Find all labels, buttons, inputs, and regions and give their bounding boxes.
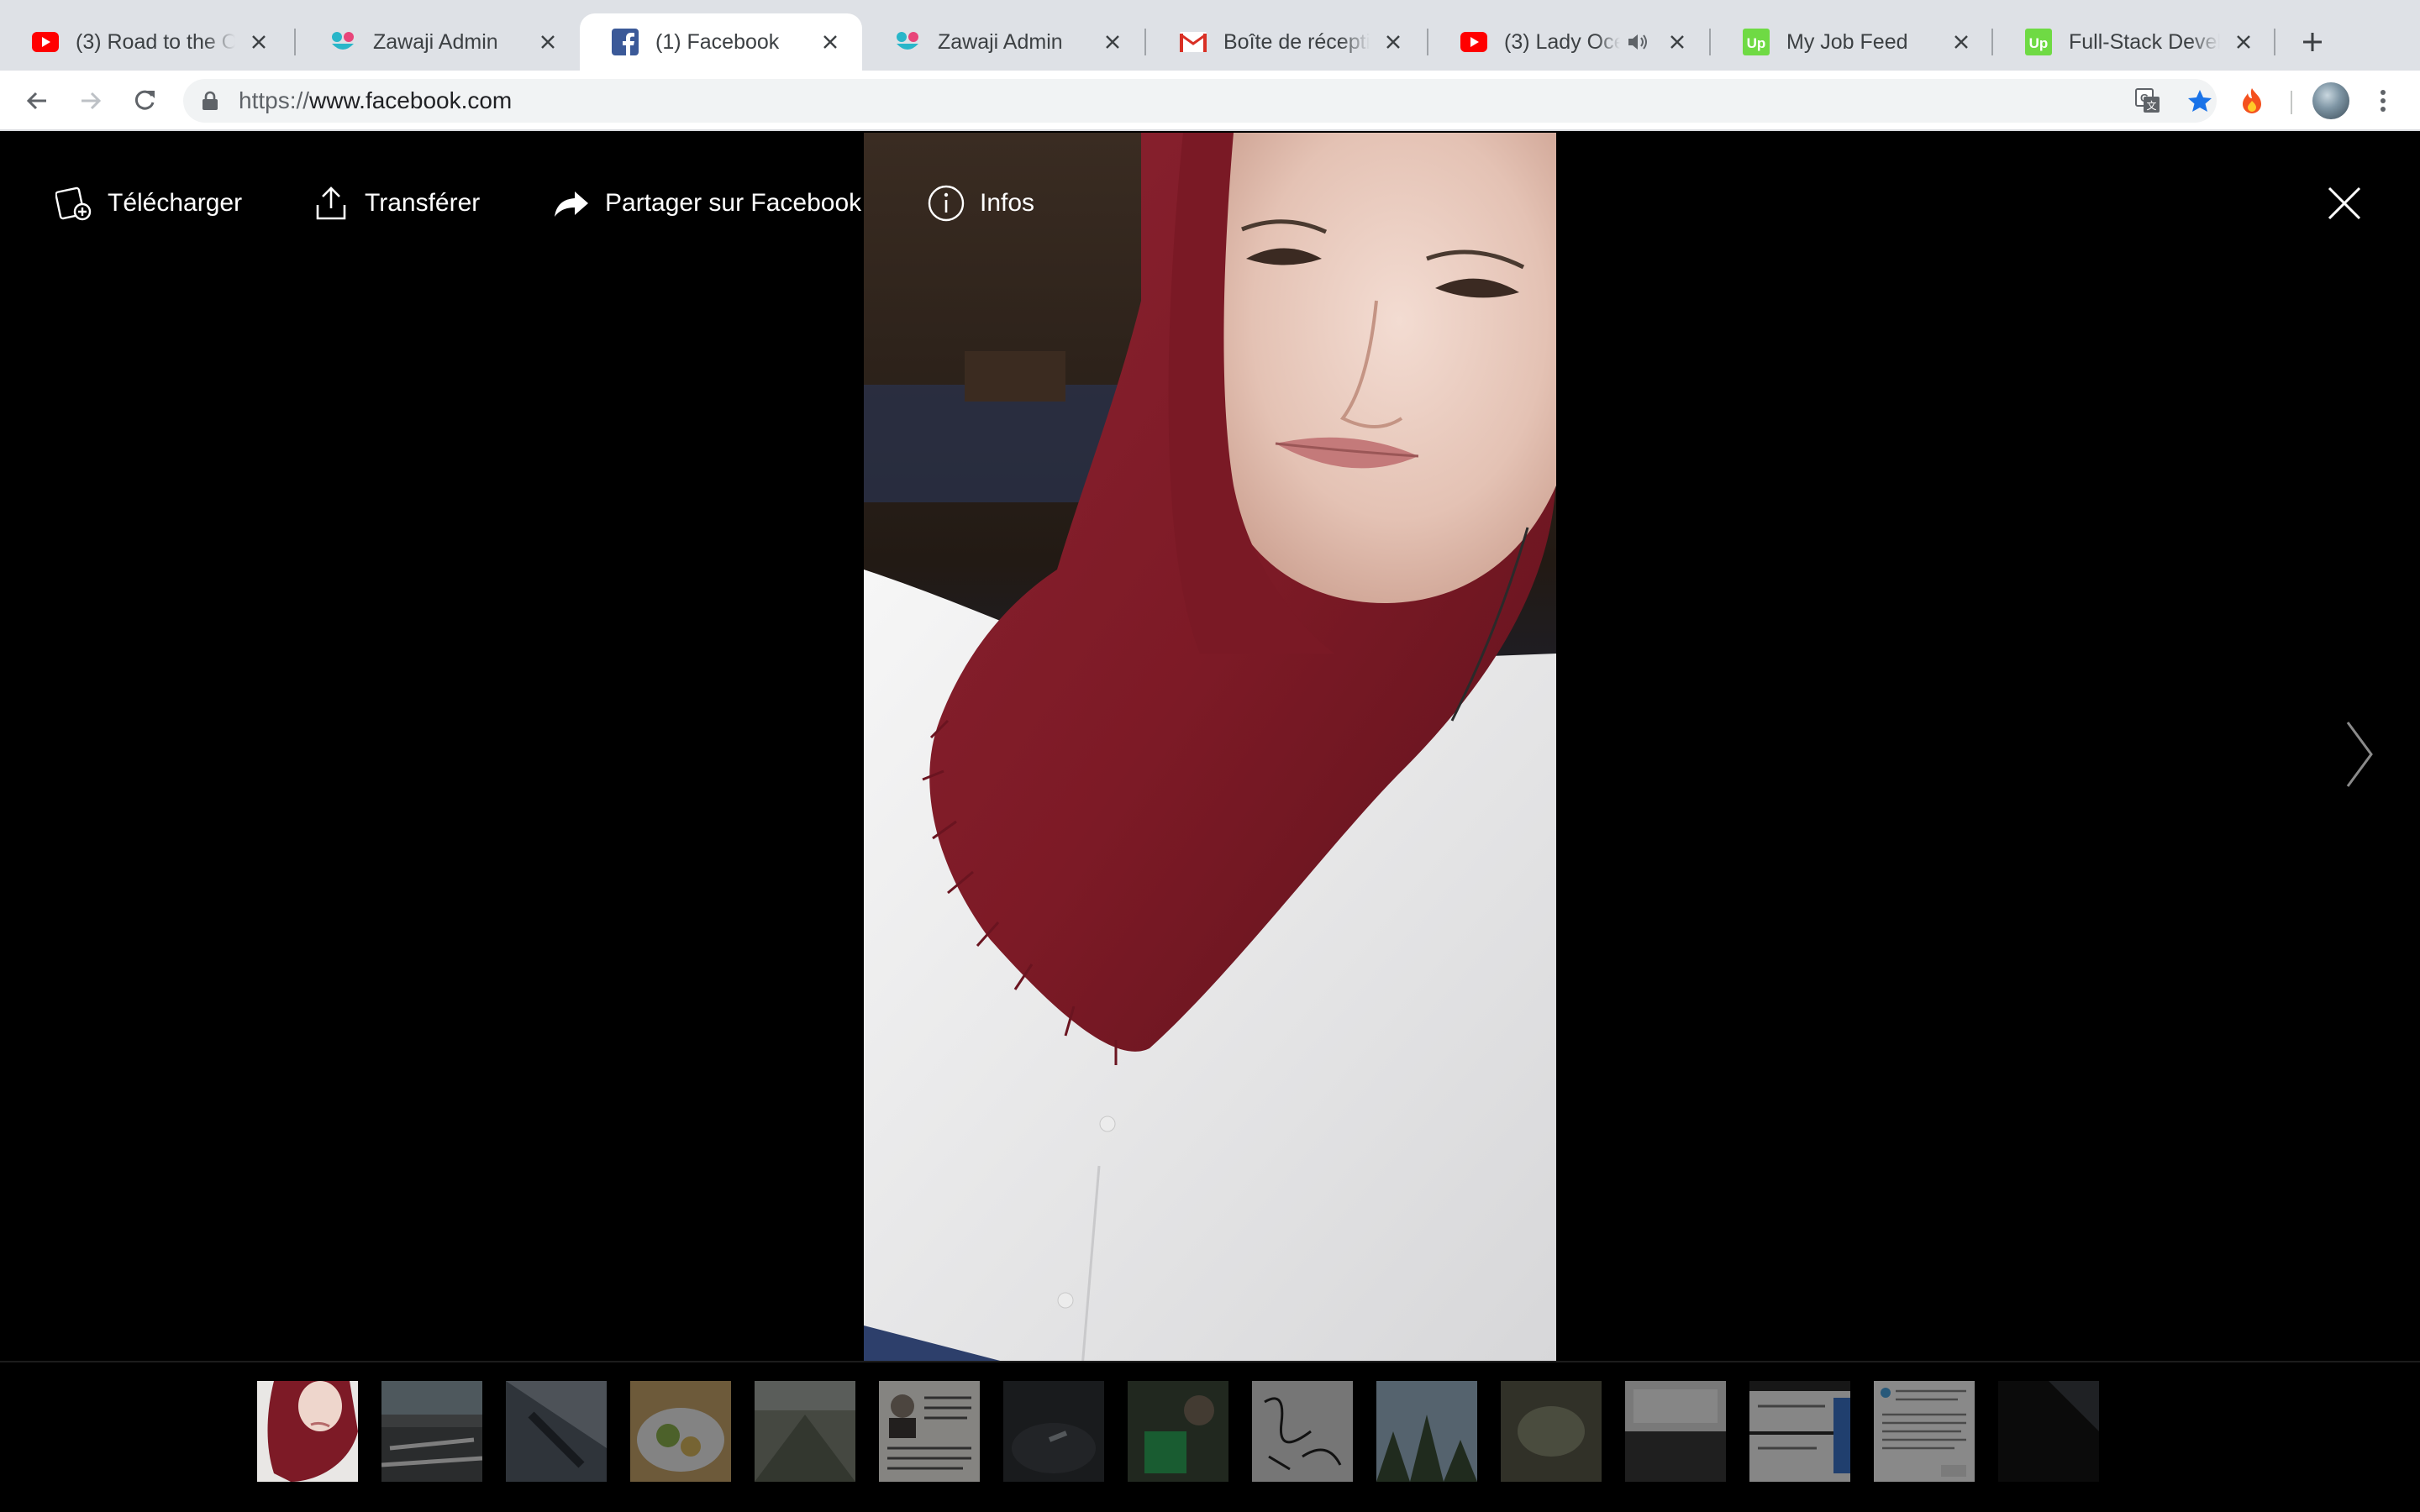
tab-title: Full-Stack Develop (2069, 29, 2220, 54)
tab-title: Zawaji Admin (373, 29, 498, 54)
new-tab-button[interactable] (2292, 22, 2333, 62)
forward-button[interactable] (71, 81, 111, 121)
tab-upwork-job-feed[interactable]: Up My Job Feed (1711, 13, 1993, 71)
translate-icon[interactable]: G文 (2129, 82, 2166, 119)
back-button[interactable] (17, 81, 57, 121)
thumbnail-strip (257, 1381, 2099, 1483)
thumbnail-7[interactable] (1003, 1381, 1104, 1482)
browser-toolbar: https://www.facebook.com G文 (0, 71, 2420, 131)
zawaji-icon (329, 29, 356, 55)
next-photo-button[interactable] (2341, 712, 2378, 796)
svg-text:Up: Up (1747, 35, 1766, 51)
close-tab-icon[interactable] (1099, 29, 1126, 55)
tab-title: (1) Facebook (655, 29, 780, 54)
tab-strip: (3) Road to the O Zawaji Admin (1) Faceb… (0, 0, 2420, 71)
share-facebook-button[interactable]: Partager sur Facebook (551, 181, 861, 225)
tab-title: Boîte de réception (1223, 29, 1370, 54)
viewer-toolbar: Télécharger Transférer Partager sur Face… (0, 133, 2420, 276)
tab-facebook[interactable]: (1) Facebook (580, 13, 862, 71)
close-tab-icon[interactable] (2230, 29, 2257, 55)
close-tab-icon[interactable] (534, 29, 561, 55)
tab-zawaji-admin-2[interactable]: Zawaji Admin (862, 13, 1144, 71)
thumbnail-11[interactable] (1501, 1381, 1602, 1482)
url-text: https://www.facebook.com (239, 79, 512, 123)
zawaji-icon (894, 29, 921, 55)
gmail-icon (1180, 29, 1207, 55)
close-tab-icon[interactable] (1380, 29, 1407, 55)
chevron-right-icon (2346, 722, 2373, 787)
info-button[interactable]: Infos (926, 181, 1034, 225)
forward-arrow-icon (82, 92, 102, 110)
close-icon (2328, 186, 2361, 220)
url-host: www.facebook.com (309, 87, 513, 113)
tab-title: (3) Road to the O (76, 29, 235, 54)
thumbnail-6[interactable] (879, 1381, 980, 1482)
thumbnail-1[interactable] (257, 1381, 358, 1482)
facebook-icon (612, 29, 639, 55)
svg-text:Up: Up (2029, 35, 2049, 51)
tab-youtube-lady-ocean[interactable]: (3) Lady Ocea (1428, 13, 1709, 71)
tab-gmail-inbox[interactable]: Boîte de réception (1148, 13, 1425, 71)
photo-portrait-image (864, 133, 1556, 1362)
tab-title: My Job Feed (1786, 29, 1908, 54)
reload-button[interactable] (124, 81, 165, 121)
upwork-icon: Up (1743, 29, 1770, 55)
filmstrip-divider (0, 1361, 2420, 1362)
lock-icon (202, 91, 218, 115)
tab-separator (1144, 29, 1146, 55)
info-icon (926, 183, 966, 223)
reload-icon (134, 90, 155, 110)
url-scheme: https:// (239, 87, 310, 113)
audio-playing-icon[interactable] (1627, 33, 1649, 51)
transfer-button[interactable]: Transférer (311, 181, 480, 225)
close-tab-icon[interactable] (1948, 29, 1975, 55)
share-facebook-label: Partager sur Facebook (605, 189, 862, 217)
download-button[interactable]: Télécharger (54, 181, 242, 225)
info-label: Infos (980, 189, 1035, 217)
tab-youtube-road[interactable]: (3) Road to the O (0, 13, 291, 71)
thumbnail-2[interactable] (381, 1381, 482, 1482)
toolbar-divider (2291, 91, 2292, 114)
thumbnail-5[interactable] (755, 1381, 855, 1482)
profile-avatar[interactable] (2312, 82, 2349, 119)
download-label: Télécharger (108, 189, 243, 217)
close-tab-icon[interactable] (245, 29, 272, 55)
thumbnail-3[interactable] (506, 1381, 607, 1482)
tab-separator (294, 29, 296, 55)
transfer-label: Transférer (365, 189, 481, 217)
tab-title: (3) Lady Ocea (1504, 29, 1620, 54)
bookmark-star-icon[interactable] (2181, 82, 2218, 119)
close-tab-icon[interactable] (817, 29, 844, 55)
fire-extension-icon (2243, 88, 2261, 113)
thumbnail-14[interactable] (1874, 1381, 1975, 1482)
tab-separator (2274, 29, 2275, 55)
thumbnail-9[interactable] (1252, 1381, 1353, 1482)
thumbnail-13[interactable] (1749, 1381, 1850, 1482)
address-bar[interactable]: https://www.facebook.com G文 (183, 79, 2217, 123)
youtube-icon (32, 29, 59, 55)
thumbnail-8[interactable] (1128, 1381, 1228, 1482)
extension-button[interactable] (2232, 81, 2272, 121)
main-photo (864, 133, 1556, 1362)
kebab-menu-icon (2381, 90, 2386, 112)
share-arrow-icon (551, 183, 592, 223)
close-viewer-button[interactable] (2321, 180, 2368, 227)
thumbnail-10[interactable] (1376, 1381, 1477, 1482)
upload-icon (311, 183, 351, 223)
tab-upwork-fullstack[interactable]: Up Full-Stack Develop (1993, 13, 2275, 71)
tab-zawaji-admin[interactable]: Zawaji Admin (297, 13, 580, 71)
browser-menu-button[interactable] (2363, 81, 2403, 121)
photo-viewer: Télécharger Transférer Partager sur Face… (0, 133, 2420, 1512)
svg-text:文: 文 (2146, 99, 2156, 112)
upwork-icon: Up (2025, 29, 2052, 55)
back-arrow-icon (26, 92, 46, 110)
thumbnail-15[interactable] (1998, 1381, 2099, 1482)
youtube-icon (1460, 29, 1487, 55)
tab-title: Zawaji Admin (938, 29, 1063, 54)
thumbnail-12[interactable] (1625, 1381, 1726, 1482)
download-icon (54, 183, 94, 223)
thumbnail-4[interactable] (630, 1381, 731, 1482)
plus-icon (2303, 33, 2322, 51)
close-tab-icon[interactable] (1664, 29, 1691, 55)
